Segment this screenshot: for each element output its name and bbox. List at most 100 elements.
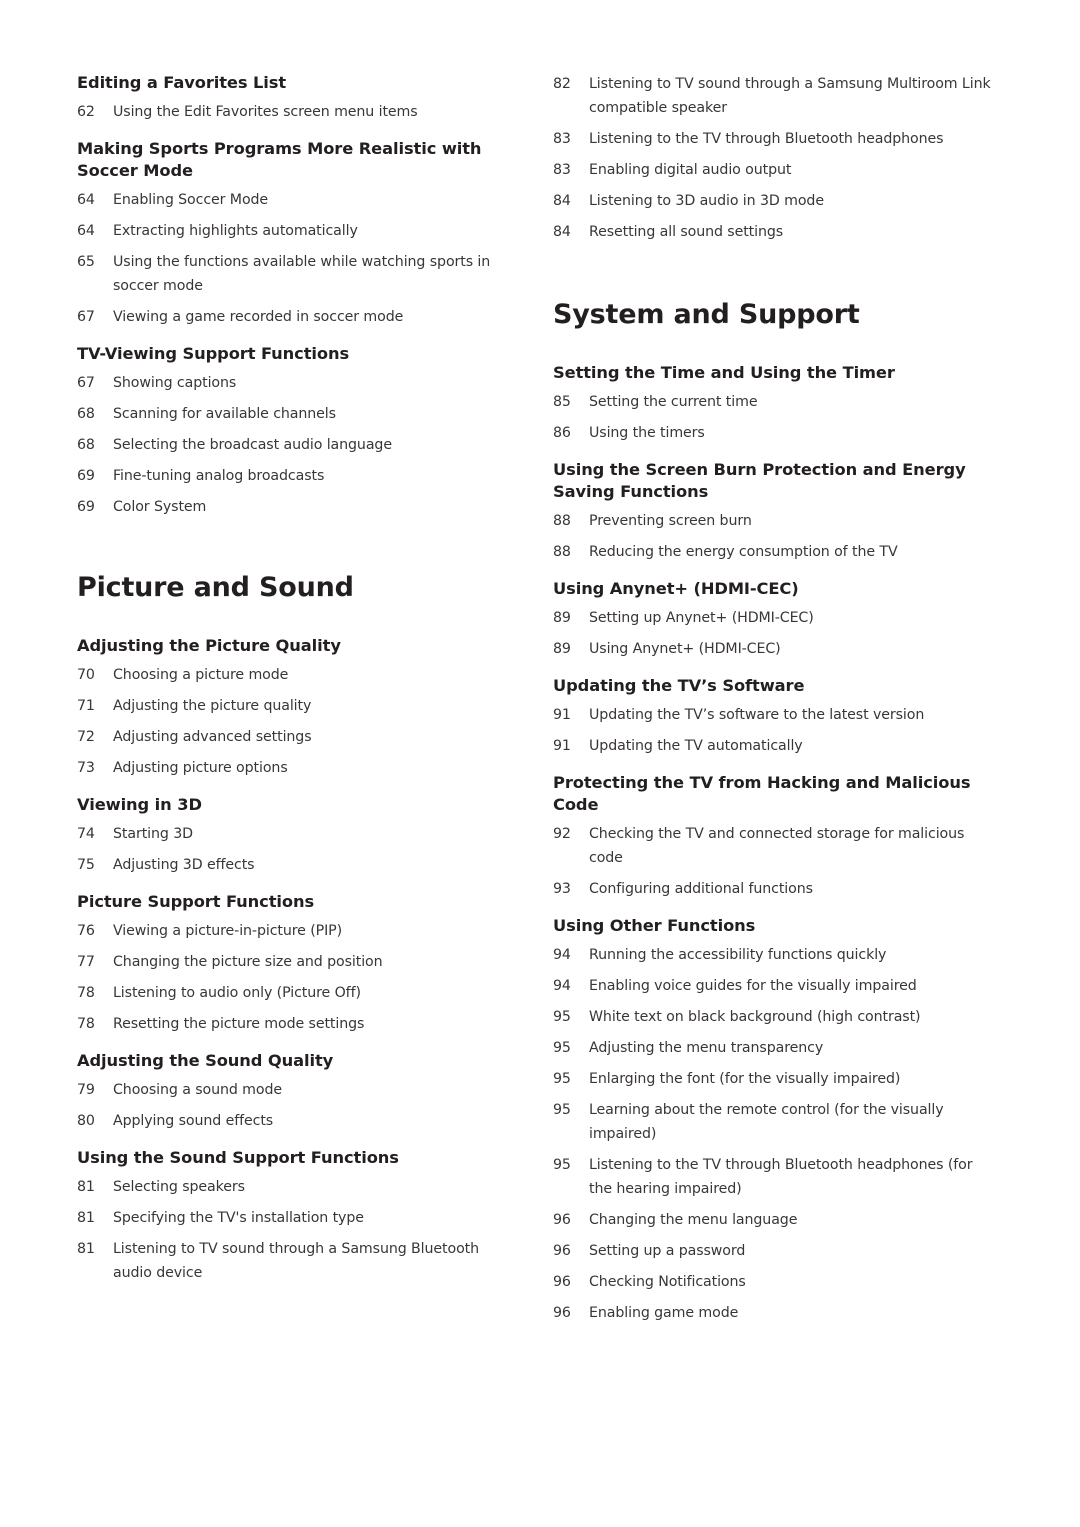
section-heading[interactable]: Adjusting the Picture Quality (77, 635, 517, 657)
toc-section: Picture Support Functions 76 Viewing a pic… (77, 891, 517, 1036)
toc-entry[interactable]: 79 Choosing a sound mode (77, 1078, 517, 1102)
toc-entry[interactable]: 92 Checking the TV and connected storage … (553, 822, 993, 870)
toc-entry[interactable]: 95 Listening to the TV through Bluetooth … (553, 1153, 993, 1201)
toc-section: Using Other Functions 94 Running the acces… (553, 915, 993, 1325)
toc-entry[interactable]: 94 Running the accessibility functions qu… (553, 943, 993, 967)
toc-entry[interactable]: 77 Changing the picture size and position (77, 950, 517, 974)
toc-entry[interactable]: 84 Resetting all sound settings (553, 220, 993, 244)
toc-entry[interactable]: 95 Adjusting the menu transparency (553, 1036, 993, 1060)
toc-entry-title: Checking Notifications (589, 1274, 746, 1290)
toc-entry[interactable]: 81 Listening to TV sound through a Samsun… (77, 1237, 517, 1285)
toc-entry[interactable]: 68 Selecting the broadcast audio language (77, 433, 517, 457)
toc-entry[interactable]: 94 Enabling voice guides for the visually… (553, 974, 993, 998)
toc-entry[interactable]: 95 Enlarging the font (for the visually i… (553, 1067, 993, 1091)
section-heading[interactable]: Using Anynet+ (HDMI-CEC) (553, 578, 993, 600)
toc-entry-page-number: 95 (553, 1009, 571, 1025)
toc-entry-title: Choosing a sound mode (113, 1082, 283, 1098)
section-heading[interactable]: Updating the TV’s Software (553, 675, 993, 697)
toc-entry[interactable]: 67 Showing captions (77, 371, 517, 395)
toc-entry-page-number: 77 (77, 954, 95, 970)
toc-entry[interactable]: 71 Adjusting the picture quality (77, 694, 517, 718)
toc-entry[interactable]: 65 Using the functions available while wa… (77, 250, 517, 298)
toc-section: Using Anynet+ (HDMI-CEC) 89 Setting up Any… (553, 578, 993, 661)
toc-entry[interactable]: 68 Scanning for available channels (77, 402, 517, 426)
toc-entry-title: Reducing the energy consumption of the T… (589, 544, 898, 560)
toc-entry[interactable]: 89 Setting up Anynet+ (HDMI-CEC) (553, 606, 993, 630)
toc-entry-title: Scanning for available channels (113, 406, 336, 422)
toc-entry[interactable]: 80 Applying sound effects (77, 1109, 517, 1133)
toc-entry[interactable]: 69 Fine-tuning analog broadcasts (77, 464, 517, 488)
toc-entry-page-number: 74 (77, 826, 95, 842)
section-heading[interactable]: Protecting the TV from Hacking and Malic… (553, 772, 993, 816)
toc-entry[interactable]: 89 Using Anynet+ (HDMI-CEC) (553, 637, 993, 661)
toc-entry-page-number: 79 (77, 1082, 95, 1098)
toc-entry-title: Listening to the TV through Bluetooth he… (589, 131, 944, 147)
toc-entry-title: Using the functions available while watc… (113, 254, 491, 294)
toc-entry[interactable]: 69 Color System (77, 495, 517, 519)
toc-entry[interactable]: 67 Viewing a game recorded in soccer mode (77, 305, 517, 329)
toc-entry[interactable]: 81 Specifying the TV's installation type (77, 1206, 517, 1230)
toc-entry[interactable]: 91 Updating the TV automatically (553, 734, 993, 758)
toc-entry-page-number: 69 (77, 499, 95, 515)
toc-entry[interactable]: 96 Changing the menu language (553, 1208, 993, 1232)
section-heading[interactable]: Adjusting the Sound Quality (77, 1050, 517, 1072)
toc-entry-page-number: 62 (77, 104, 95, 120)
section-heading[interactable]: Making Sports Programs More Realistic wi… (77, 138, 517, 182)
toc-entry[interactable]: 64 Extracting highlights automatically (77, 219, 517, 243)
toc-entry-page-number: 81 (77, 1179, 95, 1195)
toc-section: TV-Viewing Support Functions 67 Showing ca… (77, 343, 517, 519)
toc-entry[interactable]: 70 Choosing a picture mode (77, 663, 517, 687)
toc-entry[interactable]: 73 Adjusting picture options (77, 756, 517, 780)
toc-entry[interactable]: 81 Selecting speakers (77, 1175, 517, 1199)
toc-entry-title: Adjusting picture options (113, 760, 288, 776)
toc-entry[interactable]: 84 Listening to 3D audio in 3D mode (553, 189, 993, 213)
toc-entry-title: Configuring additional functions (589, 881, 813, 897)
toc-entry-title: Adjusting advanced settings (113, 729, 312, 745)
toc-entry-title: Setting up Anynet+ (HDMI-CEC) (589, 610, 814, 626)
section-heading[interactable]: Setting the Time and Using the Timer (553, 362, 993, 384)
toc-entry-page-number: 68 (77, 437, 95, 453)
section-heading[interactable]: Using the Sound Support Functions (77, 1147, 517, 1169)
toc-entry-page-number: 89 (553, 610, 571, 626)
toc-entry[interactable]: 78 Listening to audio only (Picture Off) (77, 981, 517, 1005)
toc-entry-title: Color System (113, 499, 207, 515)
toc-entry-page-number: 95 (553, 1102, 571, 1118)
toc-entry[interactable]: 62 Using the Edit Favorites screen menu i… (77, 100, 517, 124)
toc-entry[interactable]: 75 Adjusting 3D effects (77, 853, 517, 877)
toc-entry[interactable]: 93 Configuring additional functions (553, 877, 993, 901)
toc-entry-title: Listening to 3D audio in 3D mode (589, 193, 824, 209)
toc-entry[interactable]: 86 Using the timers (553, 421, 993, 445)
toc-entry-page-number: 96 (553, 1274, 571, 1290)
toc-entry[interactable]: 72 Adjusting advanced settings (77, 725, 517, 749)
toc-entry[interactable]: 95 Learning about the remote control (for… (553, 1098, 993, 1146)
toc-entry[interactable]: 96 Setting up a password (553, 1239, 993, 1263)
section-heading[interactable]: Using the Screen Burn Protection and Ene… (553, 459, 993, 503)
toc-entry-title: Choosing a picture mode (113, 667, 289, 683)
section-heading[interactable]: Editing a Favorites List (77, 72, 517, 94)
toc-entry-title: Showing captions (113, 375, 237, 391)
toc-entry[interactable]: 96 Enabling game mode (553, 1301, 993, 1325)
toc-entry[interactable]: 76 Viewing a picture-in-picture (PIP) (77, 919, 517, 943)
continued-items: 82 Listening to TV sound through a Samsun… (553, 72, 993, 244)
toc-entry[interactable]: 83 Enabling digital audio output (553, 158, 993, 182)
toc-entry-title: Running the accessibility functions quic… (589, 947, 887, 963)
toc-entry[interactable]: 85 Setting the current time (553, 390, 993, 414)
toc-entry[interactable]: 95 White text on black background (high c… (553, 1005, 993, 1029)
section-heading[interactable]: Viewing in 3D (77, 794, 517, 816)
toc-entry[interactable]: 96 Checking Notifications (553, 1270, 993, 1294)
toc-entry[interactable]: 82 Listening to TV sound through a Samsun… (553, 72, 993, 120)
toc-entry[interactable]: 78 Resetting the picture mode settings (77, 1012, 517, 1036)
toc-entry[interactable]: 91 Updating the TV’s software to the late… (553, 703, 993, 727)
toc-entry-title: Enabling voice guides for the visually i… (589, 978, 917, 994)
section-heading[interactable]: Using Other Functions (553, 915, 993, 937)
toc-entry[interactable]: 88 Reducing the energy consumption of the… (553, 540, 993, 564)
section-heading[interactable]: Picture Support Functions (77, 891, 517, 913)
toc-entry[interactable]: 74 Starting 3D (77, 822, 517, 846)
toc-entry[interactable]: 64 Enabling Soccer Mode (77, 188, 517, 212)
chapter-title: System and Support (553, 299, 860, 330)
toc-entry[interactable]: 88 Preventing screen burn (553, 509, 993, 533)
toc-entry[interactable]: 83 Listening to the TV through Bluetooth … (553, 127, 993, 151)
section-heading[interactable]: TV-Viewing Support Functions (77, 343, 517, 365)
toc-section: Editing a Favorites List 62 Using the Edit… (77, 72, 517, 124)
toc-entry-page-number: 81 (77, 1241, 95, 1257)
